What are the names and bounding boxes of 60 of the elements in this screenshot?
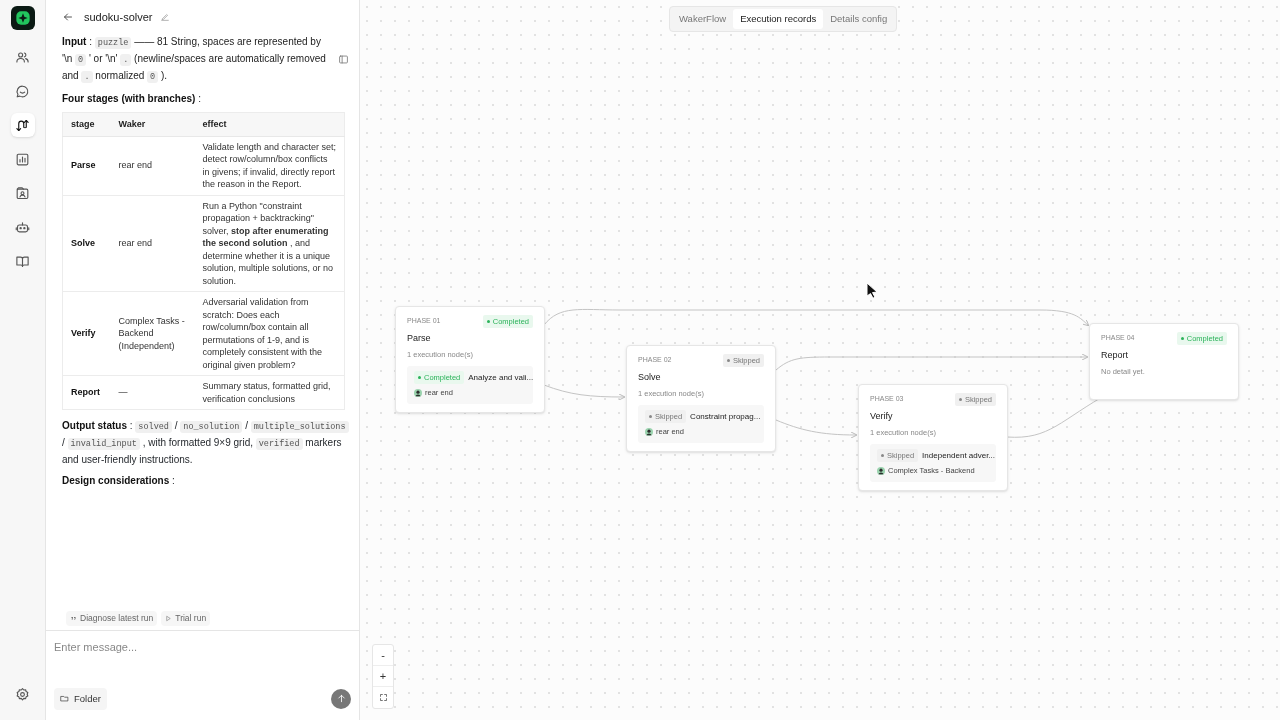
table-cell: Validate length and character set; detect row/column/box conflicts in givens; if invalid, directly report the reason in the Report.	[194, 136, 345, 195]
table-cell: Parse	[62, 136, 111, 195]
book-icon	[15, 253, 30, 269]
table-cell: Run a Python "constraint propagation + backtracking" solver, stop after enumerating the second solution, and determine whether it is a unique solution, multiple solutions, or no solution.	[194, 195, 345, 292]
table-cell: Adversarial validation from scratch: Does each row/column/box contain all permutations of 1-9, and is completely consistent with the original given problem?	[194, 291, 345, 376]
node-title: Independent adver...	[922, 449, 996, 462]
table-cell: Report	[62, 375, 111, 410]
chart-icon	[15, 151, 30, 167]
design-heading: Design considerations :	[62, 474, 176, 488]
table-cell: Complex Tasks - Backend (Independent)	[110, 291, 195, 376]
avatar-icon	[645, 427, 653, 436]
settings-icon	[15, 686, 30, 702]
zoom-button[interactable]: -	[373, 645, 393, 666]
tab[interactable]: WakerFlow	[672, 9, 734, 30]
output-status-description: Output status : solved / no_solution / multiple_solutions / invalid_input , with formatted 9×9 grid, verified markers and user-friendly instructions.	[62, 418, 349, 467]
panel-toggle-button[interactable]	[338, 54, 349, 65]
phase-title: Verify	[870, 410, 894, 424]
users-icon	[15, 49, 30, 65]
back-arrow-icon	[62, 11, 74, 23]
page-title: sudoku-solver	[84, 9, 153, 25]
app-logo	[10, 6, 35, 30]
contact-card-icon	[15, 185, 30, 201]
sidebar-panel-icon	[338, 54, 349, 65]
message-input[interactable]: Enter message...	[54, 639, 351, 656]
column-header: Waker	[110, 112, 195, 136]
node-title: Constraint propag...	[690, 410, 761, 423]
quick-action-button[interactable]: Trial run	[161, 611, 211, 626]
sidebar-nav-button[interactable]	[10, 113, 35, 137]
avatar-icon	[877, 466, 885, 475]
stages-heading: Four stages (with branches) :	[62, 92, 202, 106]
fit-view-icon	[378, 693, 388, 702]
column-header: effect	[194, 112, 345, 136]
node-title: Analyze and vali...	[468, 371, 534, 384]
table-cell: Solve	[62, 195, 111, 292]
quick-action-button[interactable]: Diagnose latest run	[66, 611, 158, 626]
column-header: stage	[62, 112, 111, 136]
table-cell: Summary status, formatted grid, verification conclusions	[194, 375, 345, 410]
quote-icon	[70, 615, 77, 623]
avatar-icon	[414, 388, 422, 397]
table-cell: rear end	[110, 195, 195, 292]
folder-button[interactable]: Folder	[54, 687, 107, 710]
flow-icon	[15, 117, 30, 133]
send-button[interactable]	[331, 688, 351, 709]
zoom-button[interactable]: +	[373, 666, 393, 687]
play-icon	[165, 615, 173, 623]
up-arrow-icon	[335, 693, 347, 705]
table-cell: rear end	[110, 136, 195, 195]
phase-title: Report	[1101, 349, 1129, 363]
robot-icon	[15, 219, 30, 235]
tab[interactable]: Execution records	[733, 9, 824, 30]
table-cell: Verify	[62, 291, 111, 376]
pencil-icon	[160, 12, 171, 22]
folder-icon	[60, 694, 69, 704]
phase-title: Parse	[407, 332, 432, 346]
input-description: Input : puzzle —— 81 String, spaces are represented by '\n 0 ' or '\n' . (newline/spaces are automatically removed and . normalized 0 ).	[62, 35, 327, 85]
mouse-cursor-icon	[866, 282, 878, 298]
phase-title: Solve	[638, 371, 662, 385]
chat-icon	[15, 83, 30, 99]
tab[interactable]: Details config	[823, 9, 895, 30]
table-cell: —	[110, 375, 195, 410]
